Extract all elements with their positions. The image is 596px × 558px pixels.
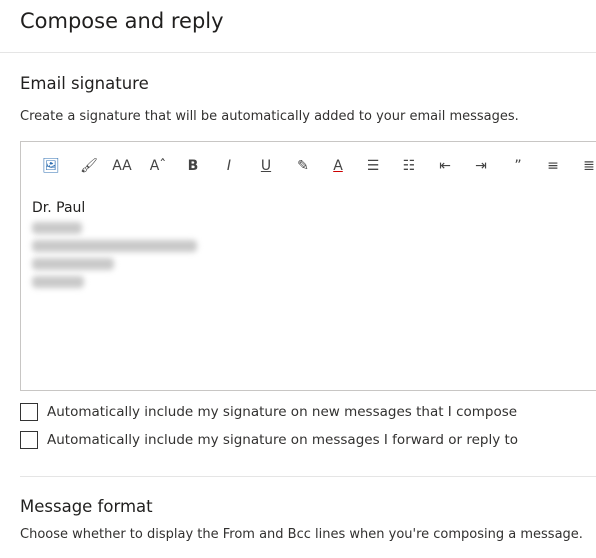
align-right-icon[interactable]: ≣ [579,154,596,178]
signature-description: Create a signature that will be automati… [20,109,519,124]
auto-signature-new-checkbox[interactable]: Automatically include my signature on ne… [20,403,517,421]
bold-icon[interactable]: B [183,154,203,178]
bullets-icon[interactable]: ☰ [363,154,383,178]
checkbox[interactable] [20,403,38,421]
divider [20,476,596,477]
checkbox[interactable] [20,431,38,449]
divider [0,52,596,53]
quote-icon[interactable]: ” [508,154,528,178]
increase-indent-icon[interactable]: ⇥ [471,154,491,178]
redacted-line [32,240,197,252]
format-painter-icon[interactable]: 🖌 [79,154,99,178]
numbering-icon[interactable]: ☷ [399,154,419,178]
redacted-line [32,222,82,234]
signature-editor[interactable]: 🖼 🖌 AA Aˆ B I U ✎ A ☰ ☷ ⇤ ⇥ ” ≡ ≣ Dr. Paul [20,141,596,391]
signature-heading: Email signature [20,74,149,93]
font-color-icon[interactable]: A [328,154,348,178]
redacted-line [32,258,114,270]
italic-icon[interactable]: I [219,154,239,178]
font-size-icon[interactable]: AA [112,154,132,178]
format-description: Choose whether to display the From and B… [20,527,583,542]
align-left-icon[interactable]: ≡ [543,154,563,178]
highlight-icon[interactable]: ✎ [293,154,313,178]
decrease-indent-icon[interactable]: ⇤ [435,154,455,178]
checkbox-label: Automatically include my signature on me… [47,432,519,448]
underline-icon[interactable]: U [256,154,276,178]
format-heading: Message format [20,497,153,516]
grow-font-icon[interactable]: Aˆ [148,154,168,178]
image-icon[interactable]: 🖼 [41,154,61,178]
signature-content[interactable]: Dr. Paul [32,200,197,288]
page-title: Compose and reply [20,9,224,33]
redacted-line [32,276,84,288]
checkbox-label: Automatically include my signature on ne… [47,404,518,420]
signature-name: Dr. Paul [32,200,86,216]
auto-signature-reply-checkbox[interactable]: Automatically include my signature on me… [20,431,518,449]
